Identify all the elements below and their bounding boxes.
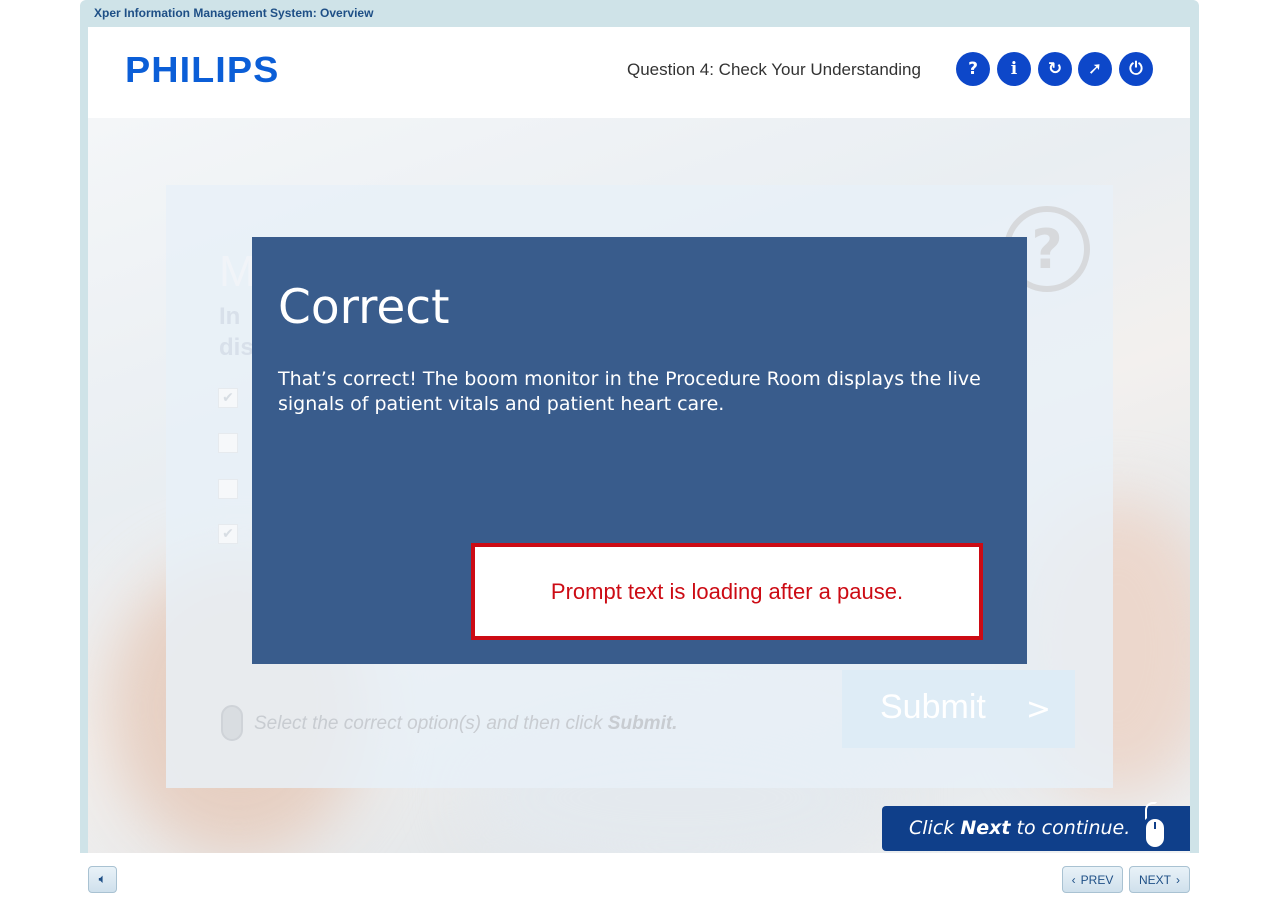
header: PHILIPS Question 4: Check Your Understan… [88, 27, 1190, 118]
power-icon: ⏻ [1129, 59, 1143, 79]
help-button[interactable]: ? [956, 52, 990, 86]
exit-button[interactable]: ⏻ [1119, 52, 1153, 86]
next-hint-post: to continue. [1010, 817, 1131, 839]
chevron-left-icon: ‹ [1071, 872, 1076, 887]
next-hint-bold: Next [960, 817, 1011, 839]
mouse-icon [221, 705, 243, 741]
navigate-button[interactable]: ➚ [1078, 52, 1112, 86]
compass-icon: ➚ [1087, 59, 1103, 79]
option-checkbox-4[interactable]: ✔ [218, 524, 238, 544]
philips-logo: PHILIPS [125, 49, 280, 90]
app-title: Xper Information Management System: Over… [94, 6, 374, 20]
submit-label: Submit [880, 688, 986, 726]
mouse-cord [1145, 802, 1157, 820]
submit-button[interactable]: Submit > [842, 670, 1075, 748]
footer-bar: 🔈︎ ‹ PREV NEXT › [80, 853, 1199, 905]
next-button[interactable]: NEXT › [1129, 866, 1190, 893]
replay-icon: ↻ [1047, 59, 1063, 79]
replay-button[interactable]: ↻ [1038, 52, 1072, 86]
info-button[interactable]: i [997, 52, 1031, 86]
instruction-pre: Select the correct option(s) and then cl… [254, 713, 608, 734]
option-checkbox-1[interactable]: ✔ [218, 388, 238, 408]
prompt-text: Prompt text is loading after a pause. [550, 578, 904, 604]
instruction-bold: Submit. [607, 713, 678, 734]
card-heading: M [219, 247, 256, 296]
speaker-icon: 🔈︎ [98, 872, 107, 887]
audio-button[interactable]: 🔈︎ [88, 866, 117, 893]
option-checkbox-3[interactable] [218, 479, 238, 499]
question-title: Question 4: Check Your Understanding [627, 60, 921, 79]
help-icon: ? [968, 59, 978, 79]
mouse-icon [1146, 819, 1164, 847]
prev-button[interactable]: ‹ PREV [1062, 866, 1123, 893]
next-hint-pre: Click [909, 817, 961, 839]
chevron-right-icon: > [1025, 692, 1051, 727]
next-hint: Click Next to continue. [882, 802, 1190, 851]
next-label: NEXT [1138, 872, 1171, 887]
chevron-right-icon: › [1176, 872, 1180, 887]
feedback-title: Correct [278, 280, 450, 335]
option-checkbox-2[interactable] [218, 433, 238, 453]
prompt-box: Prompt text is loading after a pause. [471, 543, 983, 640]
instruction-text: Select the correct option(s) and then cl… [254, 713, 677, 735]
prev-label: PREV [1080, 872, 1114, 887]
info-icon: i [1010, 59, 1018, 79]
feedback-text: That’s correct! The boom monitor in the … [278, 368, 981, 415]
